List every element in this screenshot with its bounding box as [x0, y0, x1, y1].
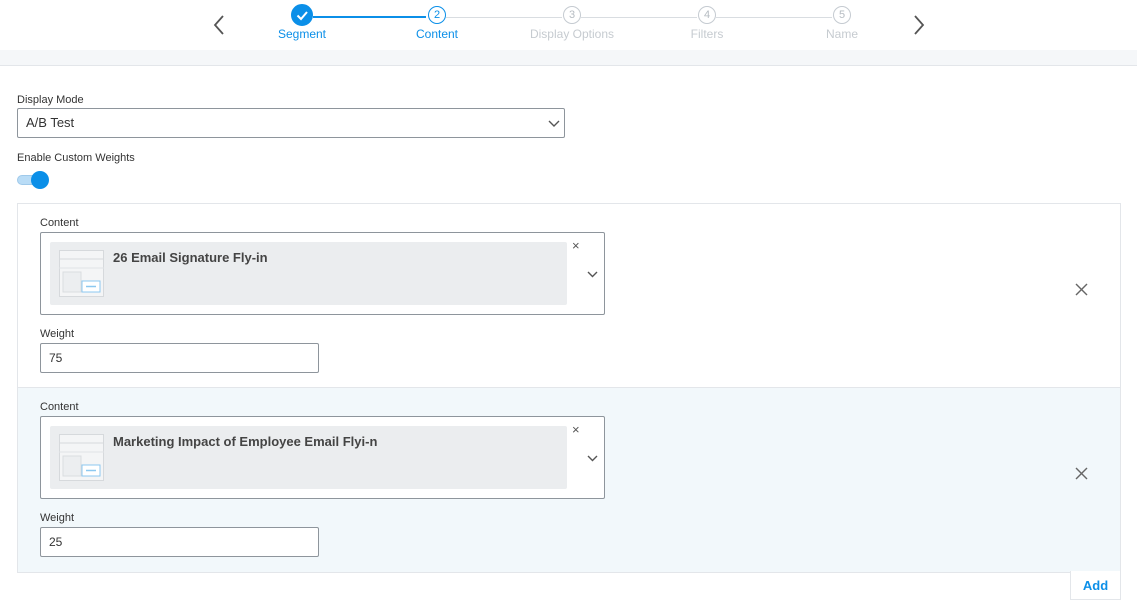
display-mode-label: Display Mode — [17, 94, 84, 106]
step-segment[interactable]: Segment — [247, 4, 357, 41]
weight-input[interactable] — [40, 527, 319, 557]
step-number: 2 — [428, 6, 446, 24]
add-variant-button[interactable]: Add — [1070, 571, 1121, 600]
stepper-divider — [0, 50, 1137, 66]
weight-label: Weight — [40, 512, 75, 524]
step-number: 4 — [698, 6, 716, 24]
content-thumbnail-icon — [59, 250, 104, 297]
variant-row: Content 26 Email Signature Fly-in × Weig… — [17, 203, 1121, 388]
wizard-stepper: Segment 2 Content 3 Display Options 4 Fi… — [0, 0, 1137, 50]
step-label: Name — [825, 27, 858, 41]
step-number: 3 — [563, 6, 581, 24]
next-step-icon[interactable] — [907, 12, 931, 38]
step-label: Display Options — [529, 27, 615, 41]
step-display-options[interactable]: 3 Display Options — [517, 6, 627, 41]
weight-label: Weight — [40, 328, 75, 340]
clear-content-icon[interactable]: × — [572, 239, 580, 253]
step-number: 5 — [833, 6, 851, 24]
variant-row: Content Marketing Impact of Employee Ema… — [17, 387, 1121, 573]
chevron-down-icon[interactable] — [587, 455, 598, 462]
content-label: Content — [40, 217, 79, 229]
content-title: 26 Email Signature Fly-in — [113, 250, 268, 265]
step-filters[interactable]: 4 Filters — [652, 6, 762, 41]
content-label: Content — [40, 401, 79, 413]
check-icon — [291, 4, 313, 26]
step-label: Filters — [690, 27, 724, 41]
step-content[interactable]: 2 Content — [382, 6, 492, 41]
step-label: Segment — [277, 27, 327, 41]
content-thumbnail-icon — [59, 434, 104, 481]
clear-content-icon[interactable]: × — [572, 423, 580, 437]
content-chip: 26 Email Signature Fly-in — [50, 242, 567, 305]
previous-step-icon[interactable] — [208, 12, 232, 38]
toggle-knob — [31, 171, 49, 189]
content-chip: Marketing Impact of Employee Email Flyi-… — [50, 426, 567, 489]
content-select[interactable]: Marketing Impact of Employee Email Flyi-… — [40, 416, 605, 499]
display-mode-value: A/B Test — [26, 115, 75, 130]
content-title: Marketing Impact of Employee Email Flyi-… — [113, 434, 378, 449]
step-name[interactable]: 5 Name — [787, 6, 897, 41]
remove-variant-icon[interactable] — [1075, 283, 1088, 296]
remove-variant-icon[interactable] — [1075, 467, 1088, 480]
step-label: Content — [415, 27, 459, 41]
content-select[interactable]: 26 Email Signature Fly-in × — [40, 232, 605, 315]
weight-input[interactable] — [40, 343, 319, 373]
display-mode-select[interactable]: A/B Test — [17, 108, 565, 138]
custom-weights-toggle[interactable] — [17, 171, 49, 189]
chevron-down-icon[interactable] — [587, 271, 598, 278]
chevron-down-icon — [548, 120, 560, 127]
custom-weights-label: Enable Custom Weights — [17, 152, 135, 164]
